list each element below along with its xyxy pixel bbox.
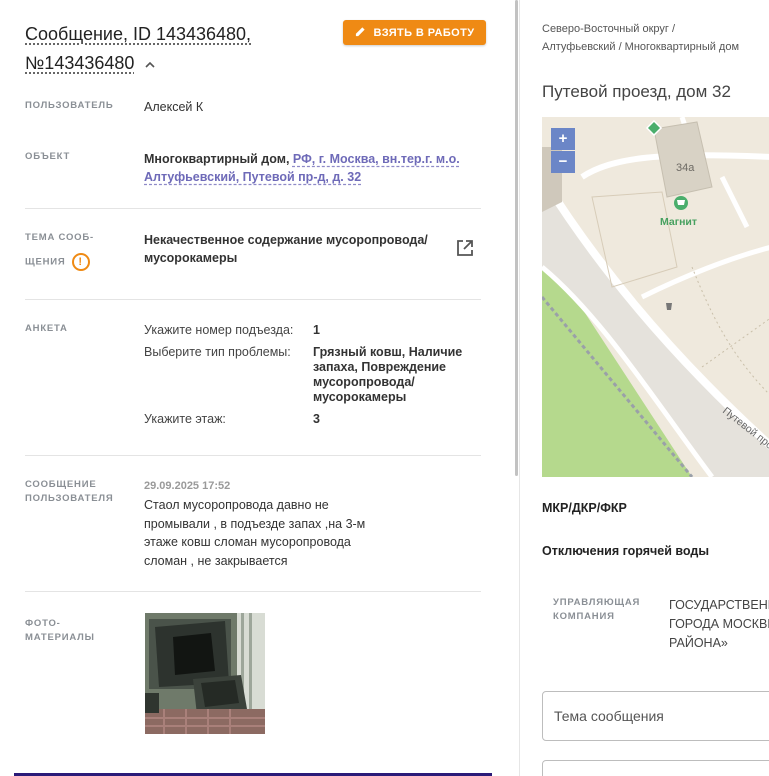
- user-value: Алексей К: [144, 100, 204, 114]
- message-title: Сообщение, ID 143436480, №143436480: [25, 20, 325, 78]
- object-address-link-cont[interactable]: Алтуфьевский, Путевой пр-д, д. 32: [144, 170, 361, 184]
- object-type: Многоквартирный дом,: [144, 152, 290, 166]
- management-company-value: ГОСУДАРСТВЕНН ГОРОДА МОСКВЫ РАЙОНА»: [669, 598, 769, 650]
- take-to-work-button[interactable]: ВЗЯТЬ В РАБОТУ: [343, 20, 486, 45]
- pencil-icon: [355, 26, 366, 40]
- survey-question: Укажите этаж:: [144, 412, 226, 426]
- object-address-link[interactable]: РФ, г. Москва, вн.тер.г. м.о.: [293, 152, 460, 166]
- warning-icon: !: [71, 253, 90, 271]
- survey-answer: Грязный ковш, Наличие запаха, Повреждени…: [313, 345, 463, 404]
- topic-label: ТЕМА СООБ- ЩЕНИЯ!: [25, 231, 94, 271]
- message-title-line2: №143436480: [25, 53, 135, 73]
- breadcrumb-line: Северо-Восточный округ /: [542, 23, 676, 35]
- next-field[interactable]: [542, 760, 769, 776]
- take-to-work-label: ВЗЯТЬ В РАБОТУ: [373, 26, 475, 39]
- message-detail-panel: Сообщение, ID 143436480, №143436480 ВЗЯТ…: [0, 0, 510, 776]
- message-topic-input[interactable]: [542, 691, 769, 741]
- message-title-line1: Сообщение, ID 143436480,: [25, 24, 252, 44]
- user-message-date: 29.09.2025 17:52: [144, 480, 231, 492]
- user-message-label: СООБЩЕНИЕ ПОЛЬЗОВАТЕЛЯ: [25, 479, 114, 504]
- topic-value: Некачественное содержание мусоропровода/…: [144, 233, 428, 265]
- survey-question: Укажите номер подъезда:: [144, 323, 294, 337]
- divider: [25, 455, 481, 456]
- survey-answer: 3: [313, 412, 320, 426]
- survey-label: АНКЕТА: [25, 323, 68, 334]
- chevron-up-icon[interactable]: [143, 58, 157, 72]
- object-info-panel: Северо-Восточный округ / Алтуфьевский / …: [520, 0, 769, 776]
- photo-thumbnail[interactable]: [145, 613, 265, 734]
- management-company-label: УПРАВЛЯЮЩАЯ КОМПАНИЯ: [553, 597, 641, 622]
- address-title: Путевой проезд, дом 32: [542, 82, 731, 101]
- photo-label: ФОТО- МАТЕРИАЛЫ: [25, 618, 95, 643]
- external-link-icon[interactable]: [455, 238, 475, 263]
- breadcrumb: Северо-Восточный округ / Алтуфьевский / …: [542, 20, 769, 56]
- object-value: Многоквартирный дом, РФ, г. Москва, вн.т…: [144, 150, 474, 186]
- zoom-in-button[interactable]: +: [551, 128, 575, 150]
- divider: [25, 591, 481, 592]
- building-label: 34а: [676, 162, 695, 174]
- scrollbar[interactable]: [515, 0, 518, 476]
- hot-water-section-title[interactable]: Отключения горячей воды: [542, 544, 709, 558]
- object-label: ОБЪЕКТ: [25, 151, 71, 162]
- survey-question: Выберите тип проблемы:: [144, 345, 291, 359]
- zoom-out-button[interactable]: −: [551, 151, 575, 173]
- breadcrumb-line: Алтуфьевский / Многоквартирный дом: [542, 41, 740, 53]
- user-label: ПОЛЬЗОВАТЕЛЬ: [25, 100, 114, 111]
- user-message-text: Стаол мусоропровода давно не промывали ,…: [144, 498, 366, 568]
- mkr-section-title[interactable]: МКР/ДКР/ФКР: [542, 501, 627, 515]
- divider: [25, 208, 481, 209]
- map[interactable]: 34а Магнит Путевой про + −: [542, 117, 769, 477]
- shop-label: Магнит: [660, 216, 697, 228]
- survey-answer: 1: [313, 323, 320, 337]
- divider: [25, 299, 481, 300]
